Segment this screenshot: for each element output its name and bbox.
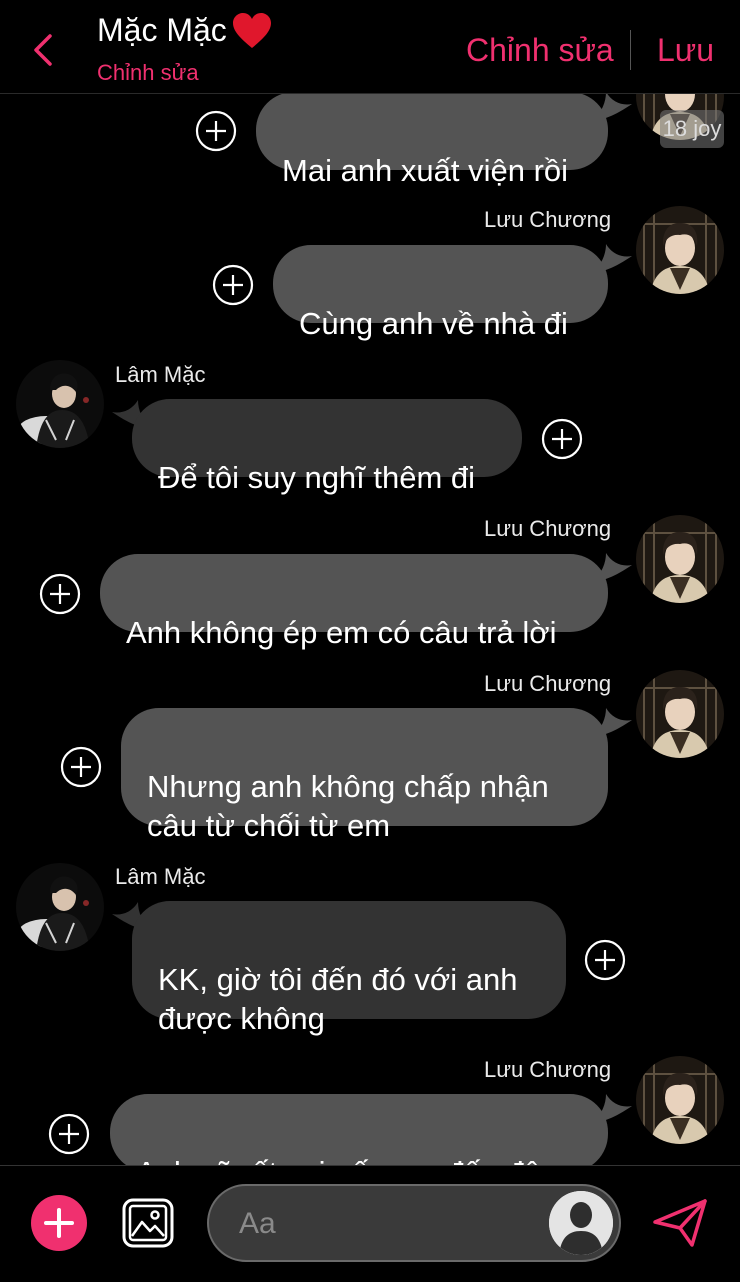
message-input[interactable]: [237, 1204, 541, 1244]
message-bubble[interactable]: Mai anh xuất viện rồi: [256, 92, 608, 188]
message-bubble[interactable]: Anh sẽ rất vui nếu em đến đây: [110, 1094, 608, 1165]
add-reaction-icon[interactable]: [584, 939, 626, 981]
message-text: KK, giờ tôi đến đó với anh được không: [158, 962, 518, 1036]
edit-button[interactable]: Chỉnh sửa: [466, 32, 614, 69]
sender-name: Lưu Chương: [484, 1057, 612, 1082]
avatar-lam-mac[interactable]: [16, 360, 104, 448]
sender-name: Lưu Chương: [484, 516, 612, 541]
image-icon[interactable]: [122, 1198, 174, 1248]
message-bubble[interactable]: Anh không ép em có câu trả lời: [100, 554, 608, 650]
add-reaction-icon[interactable]: [212, 264, 254, 306]
user-silhouette-icon: [549, 1191, 613, 1255]
save-button[interactable]: Lưu: [657, 32, 714, 69]
chat-header: Mặc Mặc Chỉnh sửa Chỉnh sửa Lưu: [0, 0, 740, 94]
persona-avatar[interactable]: [549, 1191, 613, 1255]
add-reaction-icon[interactable]: [541, 418, 583, 460]
message-bubble[interactable]: Nhưng anh không chấp nhận câu từ chối từ…: [121, 708, 608, 843]
avatar-luu-chuong[interactable]: [636, 515, 724, 603]
message-bubble[interactable]: Cùng anh về nhà đi: [273, 245, 608, 341]
message-text: Anh không ép em có câu trả lời: [126, 615, 557, 650]
chevron-left-icon[interactable]: [26, 30, 62, 70]
header-divider: [630, 30, 631, 70]
composer-bar: [0, 1165, 740, 1282]
message-text: Để tôi suy nghĩ thêm đi: [158, 460, 476, 495]
heart-icon: [233, 13, 271, 48]
add-reaction-icon[interactable]: [48, 1113, 90, 1155]
avatar-luu-chuong[interactable]: [636, 206, 724, 294]
sender-name: Lâm Mặc: [115, 362, 206, 387]
add-reaction-icon[interactable]: [60, 746, 102, 788]
plus-icon: [44, 1208, 74, 1238]
avatar-luu-chuong[interactable]: [636, 670, 724, 758]
avatar-lam-mac[interactable]: [16, 863, 104, 951]
send-icon[interactable]: [652, 1198, 708, 1248]
message-bubble[interactable]: Để tôi suy nghĩ thêm đi: [132, 399, 522, 495]
message-text: Anh sẽ rất vui nếu em đến đây: [136, 1155, 556, 1165]
add-reaction-icon[interactable]: [195, 110, 237, 152]
edit-subtitle-link[interactable]: Chỉnh sửa: [97, 60, 199, 86]
add-reaction-icon[interactable]: [39, 573, 81, 615]
sender-name: Lưu Chương: [484, 671, 612, 696]
sender-name: Lâm Mặc: [115, 864, 206, 889]
message-input-field[interactable]: [207, 1184, 621, 1262]
message-text: Nhưng anh không chấp nhận câu từ chối từ…: [147, 769, 549, 843]
chat-title[interactable]: Mặc Mặc: [97, 12, 227, 49]
watermark-badge: 18 joy: [660, 110, 724, 148]
message-bubble[interactable]: KK, giờ tôi đến đó với anh được không: [132, 901, 566, 1036]
message-text: Mai anh xuất viện rồi: [282, 153, 569, 188]
message-list[interactable]: 18 joy Mai anh xuất viện rồi Lưu Chương …: [0, 0, 740, 1165]
sender-name: Lưu Chương: [484, 207, 612, 232]
message-text: Cùng anh về nhà đi: [299, 306, 568, 341]
avatar-luu-chuong[interactable]: [636, 1056, 724, 1144]
add-button[interactable]: [31, 1195, 87, 1251]
